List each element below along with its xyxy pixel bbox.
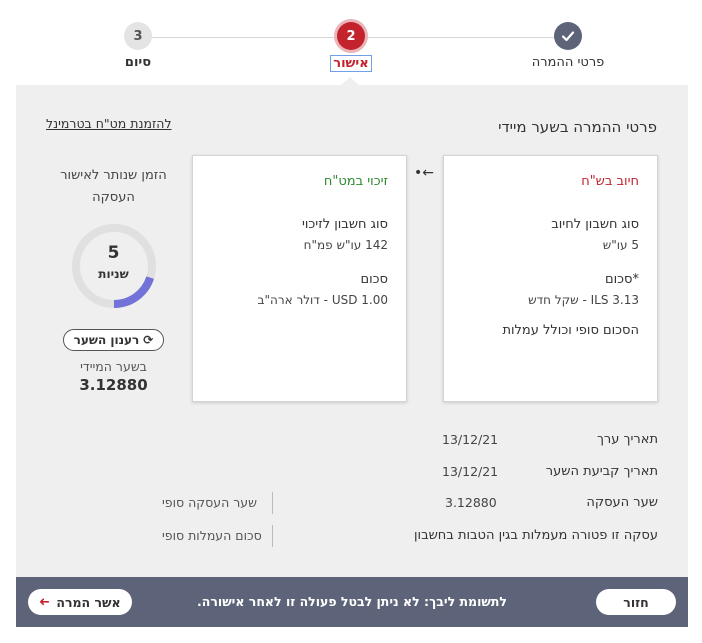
value-date-label: תאריך ערך — [596, 432, 658, 447]
credit-amount-label: סכום — [360, 272, 388, 287]
page-title: פרטי ההמרה בשער מיידי — [498, 118, 657, 136]
main-panel: פרטי ההמרה בשער מיידי להזמנת מט"ח בטרמינ… — [16, 85, 688, 577]
step-label: אישור — [330, 55, 372, 72]
refresh-rate-button[interactable]: ⟳ רענון השער — [62, 329, 165, 351]
fee-row: עסקה זו פטורה מעמלות בגין הטבות בחשבון ס… — [16, 525, 688, 552]
credit-amount-value: USD 1.00 - דולר ארה"ב — [257, 293, 388, 307]
countdown-gauge: 5 שניות — [69, 221, 159, 311]
timer-title: הזמן שנותר לאישור העסקה — [60, 168, 167, 205]
fee-exemption-label: עסקה זו פטורה מעמלות בגין הטבות בחשבון — [414, 528, 658, 543]
countdown-unit: שניות — [98, 267, 129, 281]
arrow-left-icon: ➜ — [39, 594, 51, 610]
footer-bar: חזור לתשומת ליבך: לא ניתן לבטל פעולה זו … — [16, 577, 688, 627]
divider — [272, 492, 273, 514]
countdown-value: 5 — [107, 243, 120, 263]
credit-account-type-label: סוג חשבון לזיכוי — [301, 217, 388, 232]
timer-section: הזמן שנותר לאישור העסקה 5 שניות ⟳ רענון … — [46, 165, 181, 394]
arrow-left-icon: ←• — [414, 165, 434, 181]
debit-card-title: חיוב בש"ח — [581, 174, 639, 189]
step-conversion-details[interactable]: פרטי ההמרה — [508, 22, 628, 70]
fee-final-label: סכום העמלות סופי — [162, 528, 262, 543]
step-finish: 3 סיום — [78, 22, 198, 70]
debit-card: חיוב בש"ח סוג חשבון לחיוב 5 עו"ש *סכום I… — [443, 155, 658, 402]
step-number: 2 — [337, 22, 365, 50]
debit-final-note: הסכום סופי וכולל עמלות — [502, 323, 639, 338]
rate-date: 13/12/21 — [442, 464, 499, 479]
debit-account-type-label: סוג חשבון לחיוב — [551, 217, 639, 232]
deal-rate-final-label: שער העסקה סופי — [162, 495, 257, 510]
deal-rate-label: שער העסקה — [586, 495, 658, 510]
deal-rate-value: 3.12880 — [445, 495, 497, 510]
debit-account-type-value: 5 עו"ש — [602, 238, 639, 252]
divider — [272, 525, 273, 547]
credit-card-title: זיכוי במט"ח — [323, 174, 388, 189]
debit-amount-label: *סכום — [605, 272, 639, 287]
debit-amount-value: ILS 3.13 - שקל חדש — [528, 293, 639, 307]
approve-label: אשר המרה — [56, 594, 121, 610]
step-label: פרטי ההמרה — [531, 55, 605, 70]
instant-rate-value: 3.12880 — [79, 376, 148, 394]
instant-rate-label: בשער המיידי — [80, 359, 147, 374]
approve-conversion-button[interactable]: אשר המרה ➜ — [28, 589, 132, 615]
rate-date-label: תאריך קביעת השער — [545, 464, 658, 479]
credit-card: זיכוי במט"ח סוג חשבון לזיכוי 142 עו"ש פמ… — [192, 155, 407, 402]
refresh-label: רענון השער — [73, 333, 140, 347]
step-number: 3 — [124, 22, 152, 50]
stepper: פרטי ההמרה 2 אישור 3 סיום — [0, 0, 702, 86]
credit-account-type-value: 142 עו"ש פמ"ח — [303, 238, 388, 252]
refresh-icon: ⟳ — [143, 333, 154, 347]
deal-rate-row: שער העסקה 3.12880 שער העסקה סופי — [16, 492, 688, 519]
value-date: 13/12/21 — [442, 432, 499, 447]
step-approval: 2 אישור — [291, 22, 411, 72]
checkmark-icon — [554, 22, 582, 50]
terminal-order-link[interactable]: להזמנת מט"ח בטרמינל — [46, 116, 172, 131]
step-label: סיום — [124, 55, 152, 70]
